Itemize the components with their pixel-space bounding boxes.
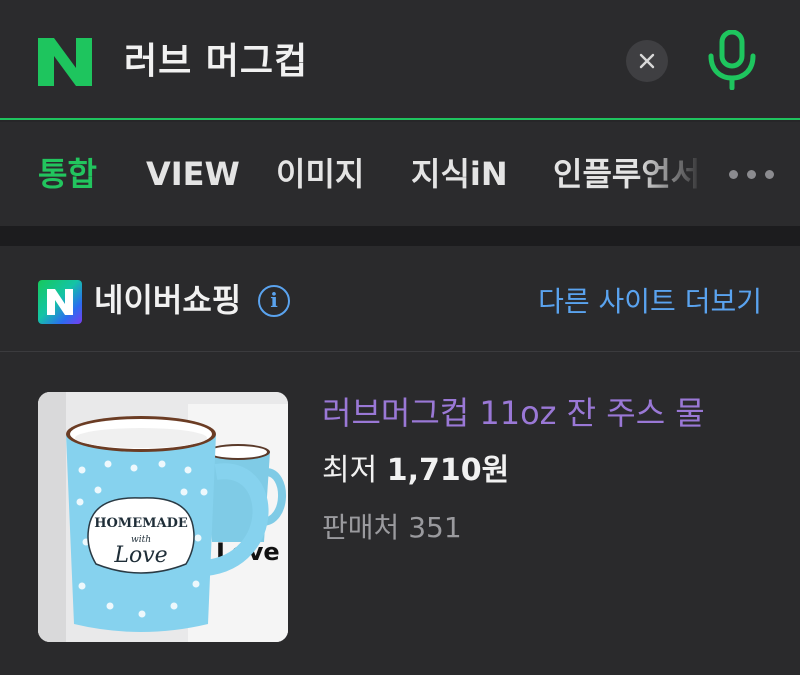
section-divider	[0, 226, 800, 246]
product-price: 1,710원	[386, 453, 510, 488]
section-title: 네이버쇼핑	[94, 281, 242, 319]
seller-prefix: 판매처	[322, 511, 400, 544]
clear-search-button[interactable]	[626, 40, 668, 82]
search-header: 러브 머그컵	[0, 0, 800, 120]
product-title-link[interactable]: 러브머그컵 11oz 잔 주스 물	[322, 391, 705, 435]
close-icon	[639, 53, 655, 69]
tab-overflow-fade	[636, 122, 716, 226]
tab-images[interactable]: 이미지	[276, 150, 364, 198]
more-dots-icon[interactable]	[716, 150, 786, 198]
seller-count-row: 판매처 351	[322, 506, 462, 550]
product-price-row: 최저 1,710원	[322, 449, 509, 493]
seller-count: 351	[408, 511, 462, 544]
shopping-section-header: 네이버쇼핑 i 다른 사이트 더보기	[0, 246, 800, 352]
price-prefix: 최저	[322, 453, 378, 488]
info-icon[interactable]: i	[258, 285, 290, 317]
tab-view[interactable]: VIEW	[146, 150, 240, 198]
mug-print-line1: HOMEMADE	[94, 516, 188, 531]
naver-shopping-logo-icon	[38, 280, 82, 324]
mug-print-line3: Love	[113, 543, 167, 568]
voice-search-button[interactable]	[706, 29, 758, 91]
tab-knowledge-in[interactable]: 지식iN	[411, 150, 508, 198]
search-input[interactable]: 러브 머그컵	[124, 38, 308, 86]
naver-logo-icon[interactable]	[38, 38, 92, 86]
tab-integrated[interactable]: 통합	[38, 150, 97, 198]
search-tabs: 통합 VIEW 이미지 지식iN 인플루언서	[0, 122, 800, 226]
shopping-section: 네이버쇼핑 i 다른 사이트 더보기 Love M	[0, 246, 800, 675]
product-image[interactable]: Love M HOMEMADE with Love	[38, 392, 288, 642]
microphone-icon	[708, 29, 756, 91]
more-sites-link[interactable]: 다른 사이트 더보기	[538, 280, 762, 324]
